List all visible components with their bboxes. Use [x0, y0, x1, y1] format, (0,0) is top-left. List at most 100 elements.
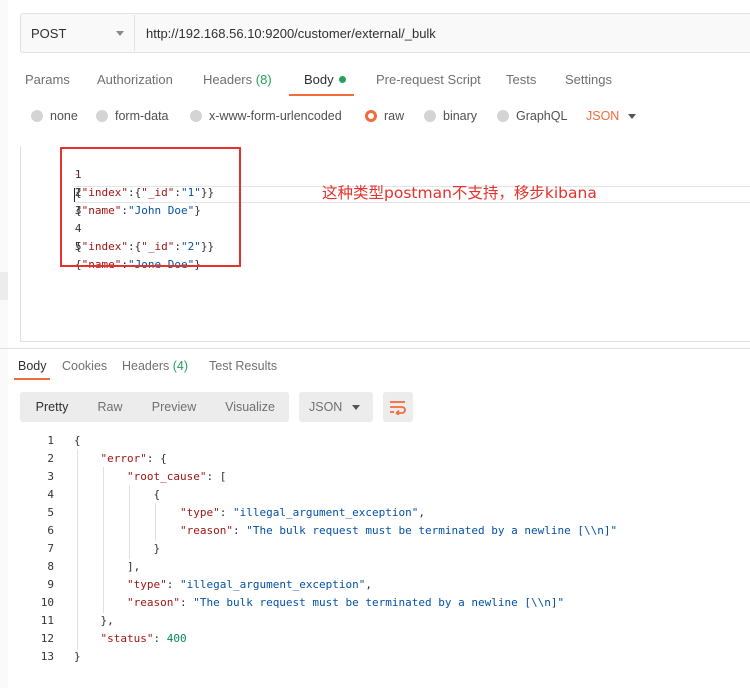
line-number: 12	[40, 632, 54, 645]
tab-params[interactable]: Params	[25, 72, 70, 87]
radio-label: GraphQL	[516, 109, 568, 123]
code-line: 1{	[0, 432, 750, 450]
radio-graphql[interactable]: GraphQL	[497, 109, 567, 123]
active-tab-underline	[289, 94, 354, 96]
line-number: 1	[47, 434, 54, 447]
url-input[interactable]	[135, 24, 748, 42]
tab-label: Body	[304, 72, 334, 87]
tab-test-results[interactable]: Test Results	[209, 359, 277, 373]
chevron-down-icon	[352, 405, 360, 410]
url-bar: POST	[20, 13, 750, 53]
wrap-lines-icon	[390, 401, 406, 415]
tab-pre-request-script[interactable]: Pre-request Script	[376, 72, 481, 87]
line-number: 3	[47, 470, 54, 483]
line-text: },	[74, 614, 114, 627]
response-format-select[interactable]: JSON	[299, 392, 373, 422]
tab-label: Tests	[506, 72, 537, 87]
method-label: POST	[31, 25, 67, 41]
radio-none[interactable]: none	[31, 109, 78, 123]
view-preview-button[interactable]: Preview	[142, 392, 206, 422]
tab-authorization[interactable]: Authorization	[97, 72, 173, 87]
chevron-down-icon[interactable]	[628, 114, 636, 119]
code-line: 7 }	[0, 540, 750, 558]
tab-response-body[interactable]: Body	[18, 359, 47, 373]
line-text: }	[74, 542, 161, 555]
radio-label: raw	[384, 109, 405, 123]
line-text: "type": "illegal_argument_exception",	[179, 506, 426, 519]
chevron-down-icon	[116, 30, 124, 36]
headers-count: (4)	[172, 359, 189, 373]
line-text: }	[74, 650, 81, 663]
tab-label: Settings	[565, 72, 612, 87]
line-text: {	[74, 488, 161, 501]
line-number: 13	[40, 650, 54, 663]
line-number: 6	[47, 524, 54, 537]
tab-label: Pre-request Script	[376, 72, 481, 87]
line-number: 2	[47, 452, 54, 465]
radio-binary[interactable]: binary	[424, 109, 477, 123]
radio-checked-icon	[365, 110, 377, 122]
radio-circle-icon	[190, 110, 202, 122]
section-divider	[0, 348, 750, 349]
headers-count: (8)	[255, 72, 272, 87]
tab-label: Authorization	[97, 72, 173, 87]
code-line: 13}	[0, 648, 750, 666]
code-line: 8 ],	[0, 558, 750, 576]
view-pretty-button[interactable]: Pretty	[24, 392, 80, 422]
radio-circle-icon	[424, 110, 436, 122]
wrap-lines-button[interactable]	[383, 392, 413, 422]
body-type-options: none form-data x-www-form-urlencoded raw…	[0, 104, 750, 128]
radio-label: binary	[443, 109, 478, 123]
radio-x-www-form-urlencoded[interactable]: x-www-form-urlencoded	[190, 109, 342, 123]
line-number: 9	[47, 578, 54, 591]
line-text: "status": 400	[100, 632, 187, 645]
line-text: "reason": "The bulk request must be term…	[126, 596, 565, 609]
tab-body[interactable]: Body	[304, 72, 346, 87]
line-number: 10	[40, 596, 54, 609]
status-dot-icon	[338, 76, 346, 83]
radio-circle-icon	[31, 110, 43, 122]
radio-circle-icon	[497, 110, 509, 122]
view-raw-button[interactable]: Raw	[86, 392, 134, 422]
code-line: 10 "reason": "The bulk request must be t…	[0, 594, 750, 612]
tab-cookies[interactable]: Cookies	[62, 359, 107, 373]
view-mode-group: Pretty Raw Preview Visualize	[20, 392, 289, 422]
code-line: 12 "status": 400	[0, 630, 750, 648]
left-edge-mark	[0, 272, 8, 300]
line-text: "error": {	[100, 452, 167, 465]
tab-settings[interactable]: Settings	[565, 72, 612, 87]
view-visualize-button[interactable]: Visualize	[216, 392, 284, 422]
format-label: JSON	[309, 400, 343, 414]
radio-form-data[interactable]: form-data	[96, 109, 169, 123]
tab-tests[interactable]: Tests	[506, 72, 536, 87]
code-line: 9 "type": "illegal_argument_exception",	[0, 576, 750, 594]
body-format-select[interactable]: JSON	[586, 109, 619, 123]
code-line: 3 "root_cause": [	[0, 468, 750, 486]
line-number: 7	[47, 542, 54, 555]
tab-label: Headers	[203, 72, 253, 87]
radio-label: none	[50, 109, 78, 123]
line-text: {	[74, 434, 81, 447]
response-tabs: Body Cookies Headers (4) Test Results	[0, 350, 750, 382]
request-tabs: Params Authorization Headers (8) Body Pr…	[0, 62, 750, 96]
code-line: 11 },	[0, 612, 750, 630]
tab-label: Params	[25, 72, 70, 87]
line-number: 4	[47, 488, 54, 501]
annotation-text: 这种类型postman不支持，移步kibana	[322, 184, 597, 202]
tab-headers[interactable]: Headers (8)	[203, 72, 272, 87]
radio-label: form-data	[115, 109, 169, 123]
code-line: 2 "error": {	[0, 450, 750, 468]
code-line: 4 {	[0, 486, 750, 504]
radio-raw[interactable]: raw	[365, 109, 404, 123]
annotation-highlight-box	[60, 147, 241, 267]
line-text: ],	[74, 560, 141, 573]
line-text: "type": "illegal_argument_exception",	[126, 578, 373, 591]
line-text: "root_cause": [	[126, 470, 227, 483]
radio-circle-icon	[96, 110, 108, 122]
tab-label: Headers	[122, 359, 170, 373]
method-select[interactable]: POST	[21, 15, 135, 51]
line-number: 11	[40, 614, 54, 627]
tab-response-headers[interactable]: Headers (4)	[122, 359, 188, 373]
code-line: 5 "type": "illegal_argument_exception",	[0, 504, 750, 522]
line-number: 8	[47, 560, 54, 573]
